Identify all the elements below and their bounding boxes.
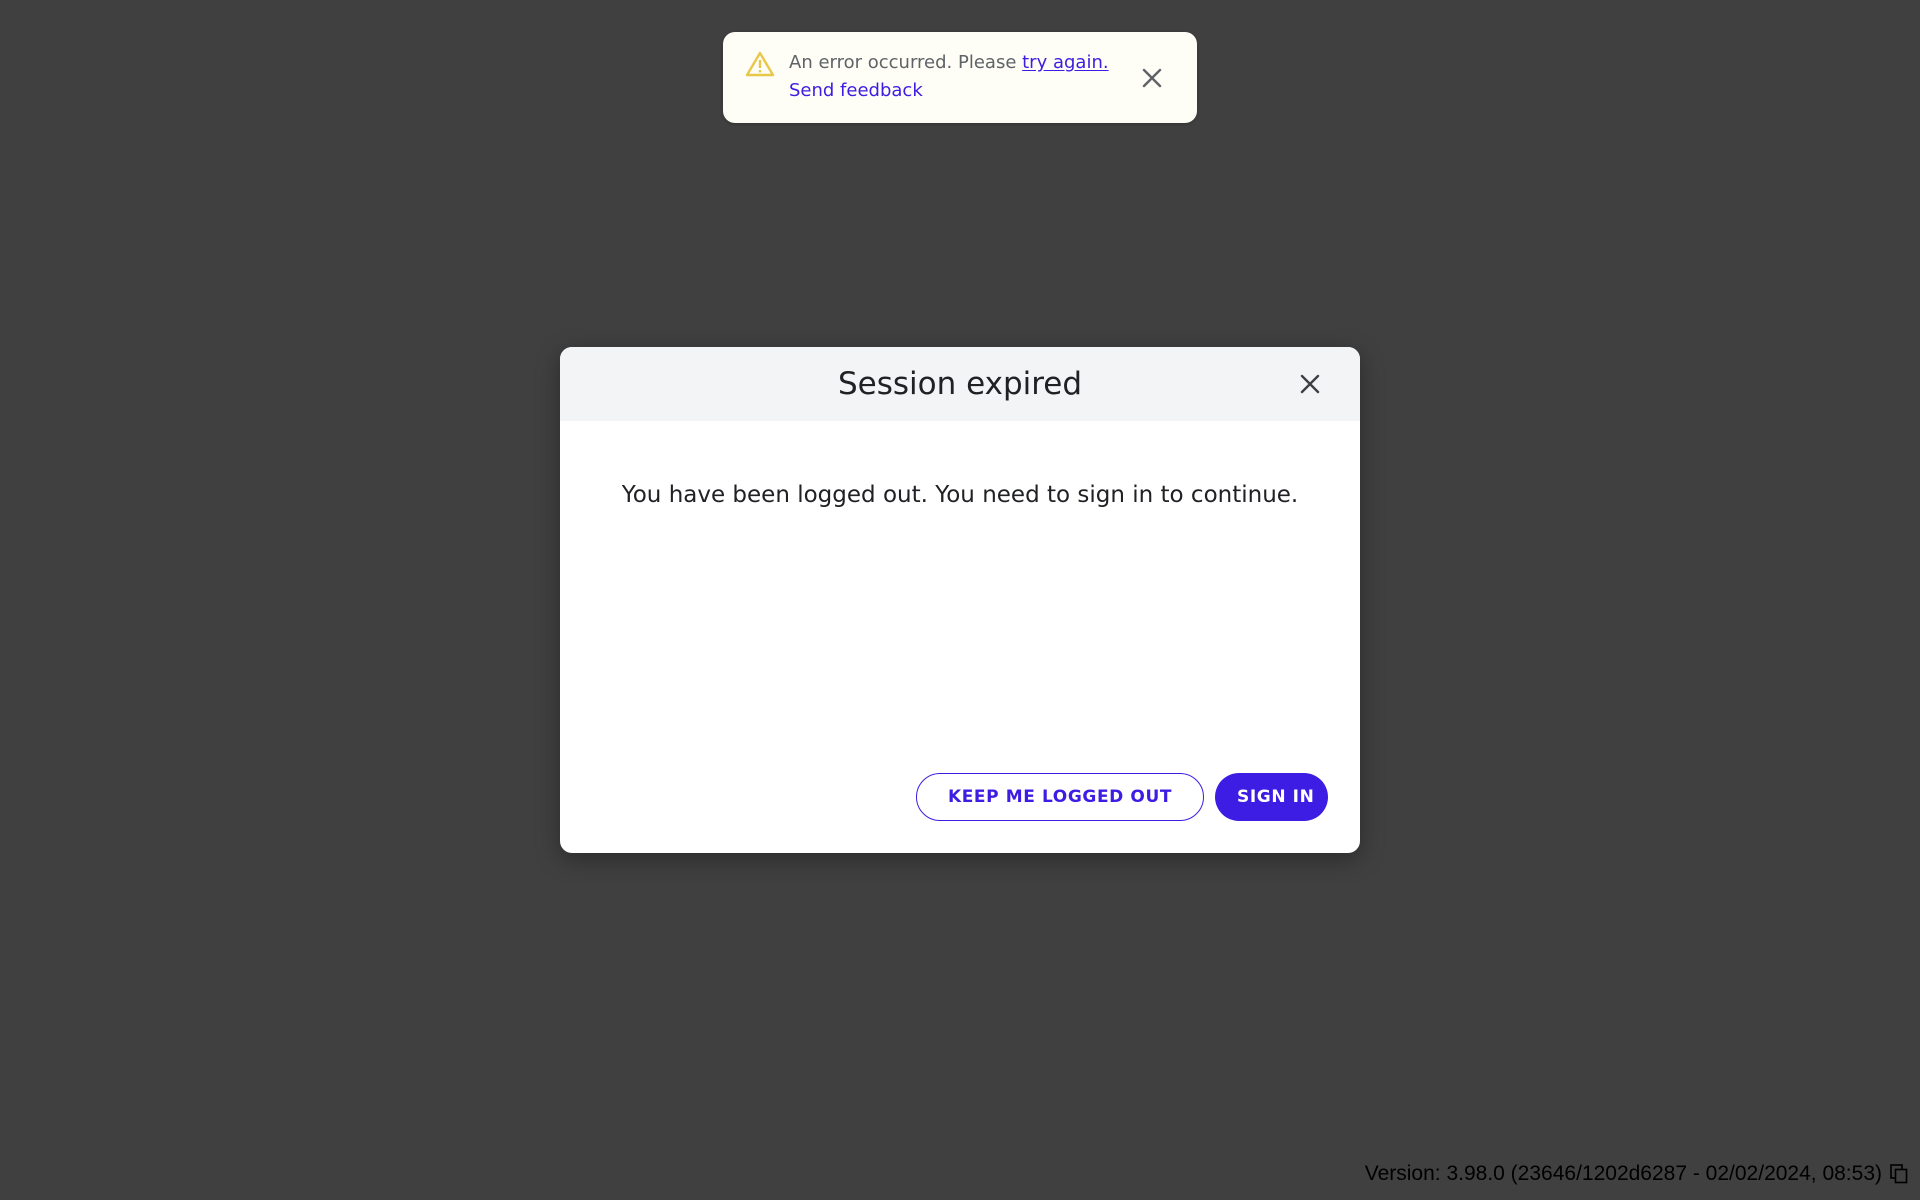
session-expired-dialog: Session expired You have been logged out…	[560, 347, 1360, 853]
toast-message: An error occurred. Please try again. Sen…	[789, 49, 1119, 105]
sign-in-button[interactable]: SIGN IN	[1215, 773, 1328, 821]
send-feedback-link[interactable]: Send feedback	[789, 77, 923, 105]
dialog-actions: KEEP ME LOGGED OUT SIGN IN	[916, 773, 1328, 821]
dialog-title: Session expired	[837, 366, 1083, 402]
version-text: Version: 3.98.0 (23646/1202d6287 - 02/02…	[1364, 1162, 1882, 1185]
dialog-header: Session expired	[560, 347, 1360, 421]
warning-icon	[745, 50, 775, 78]
version-footer: Version: 3.98.0 (23646/1202d6287 - 02/02…	[1365, 1162, 1908, 1186]
error-toast: An error occurred. Please try again. Sen…	[723, 32, 1197, 123]
toast-close-icon[interactable]	[1137, 63, 1167, 93]
copy-icon[interactable]	[1890, 1164, 1908, 1184]
try-again-link[interactable]: try again.	[1022, 52, 1108, 73]
dialog-message: You have been logged out. You need to si…	[621, 482, 1299, 508]
app-screen: An error occurred. Please try again. Sen…	[0, 0, 1920, 1200]
keep-me-logged-out-button[interactable]: KEEP ME LOGGED OUT	[916, 773, 1204, 821]
toast-message-text: An error occurred. Please	[789, 52, 1023, 73]
dialog-close-icon[interactable]	[1296, 370, 1324, 398]
